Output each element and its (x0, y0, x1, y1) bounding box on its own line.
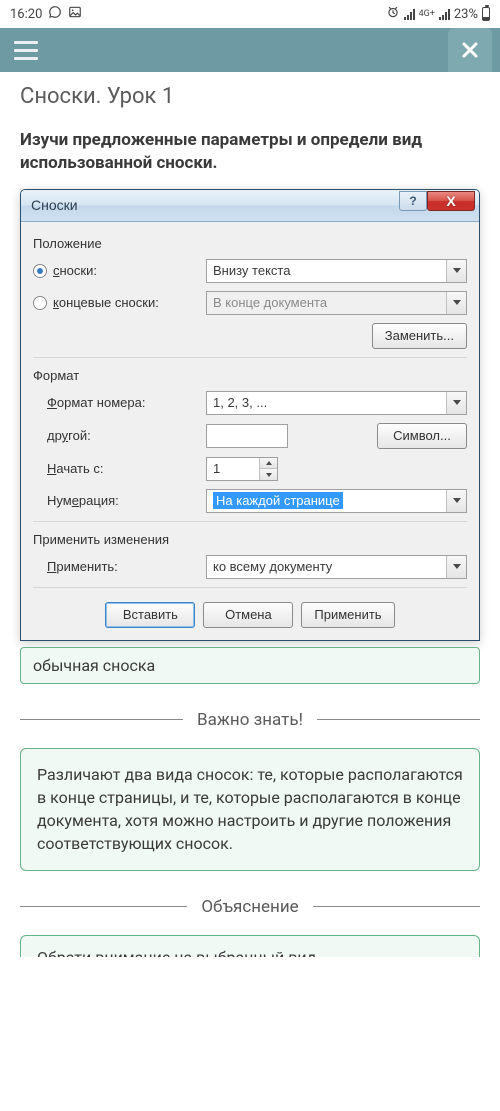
group-apply-label: Применить изменения (33, 532, 467, 547)
footnote-dialog: Сноски ? X Положение сноски: Внизу текст… (20, 189, 480, 641)
dialog-titlebar: Сноски ? X (21, 190, 479, 222)
cancel-button[interactable]: Отмена (203, 602, 293, 628)
other-input[interactable] (206, 424, 288, 448)
other-label: другой: (33, 428, 198, 443)
page-title: Сноски. Урок 1 (0, 72, 500, 127)
alarm-icon (386, 5, 400, 23)
battery-pct: 23% (454, 7, 478, 22)
endnotes-radio[interactable] (33, 296, 47, 310)
spin-down-icon[interactable] (260, 469, 277, 480)
instruction-text: Изучи предложенные параметры и определи … (0, 127, 500, 189)
chevron-down-icon (446, 292, 466, 314)
footnotes-radio[interactable] (33, 264, 47, 278)
chevron-down-icon (446, 556, 466, 578)
signal-icon (404, 9, 415, 20)
start-at-label: Начать с: (33, 461, 198, 476)
apply-button[interactable]: Применить (301, 602, 394, 628)
numbering-label: Нумерация: (33, 493, 198, 508)
status-time: 16:20 (10, 7, 42, 22)
answer-box[interactable]: обычная сноска (20, 647, 480, 684)
numbering-select[interactable]: На каждой странице (206, 489, 467, 513)
app-header (0, 28, 500, 72)
network-label: 4G+ (419, 9, 435, 19)
dialog-help-button[interactable]: ? (399, 191, 427, 211)
status-bar: 16:20 4G+ 23% (0, 0, 500, 28)
footnotes-radio-label: сноски: (53, 263, 97, 278)
chevron-down-icon (446, 392, 466, 414)
insert-button[interactable]: Вставить (105, 602, 195, 628)
whatsapp-icon (48, 5, 62, 23)
section-heading-explanation: Объяснение (20, 897, 480, 917)
battery-icon (482, 7, 490, 21)
footnotes-position-select[interactable]: Внизу текста (206, 259, 467, 283)
close-button[interactable] (448, 28, 492, 72)
endnotes-position-select: В конце документа (206, 291, 467, 315)
group-format-label: Формат (33, 368, 467, 383)
number-format-label: Формат номера: (33, 395, 198, 410)
apply-to-label: Применить: (33, 559, 198, 574)
signal-icon-2 (439, 9, 450, 20)
important-info-box: Различают два вида сносок: те, которые р… (20, 748, 480, 871)
chevron-down-icon (446, 260, 466, 282)
dialog-title: Сноски (31, 197, 78, 213)
image-icon (68, 5, 82, 23)
spin-up-icon[interactable] (260, 458, 277, 470)
endnotes-radio-label: концевые сноски: (53, 295, 159, 310)
chevron-down-icon (446, 490, 466, 512)
dialog-close-button[interactable]: X (427, 191, 475, 211)
section-heading-important: Важно знать! (20, 710, 480, 730)
apply-to-select[interactable]: ко всему документу (206, 555, 467, 579)
menu-button[interactable] (8, 35, 44, 66)
start-at-spinner[interactable]: 1 (206, 457, 278, 481)
number-format-select[interactable]: 1, 2, 3, ... (206, 391, 467, 415)
symbol-button[interactable]: Символ... (377, 423, 467, 449)
explanation-box: Обрати внимание на выбранный вид (20, 935, 480, 957)
group-position-label: Положение (33, 236, 467, 251)
swap-button[interactable]: Заменить... (372, 323, 467, 349)
